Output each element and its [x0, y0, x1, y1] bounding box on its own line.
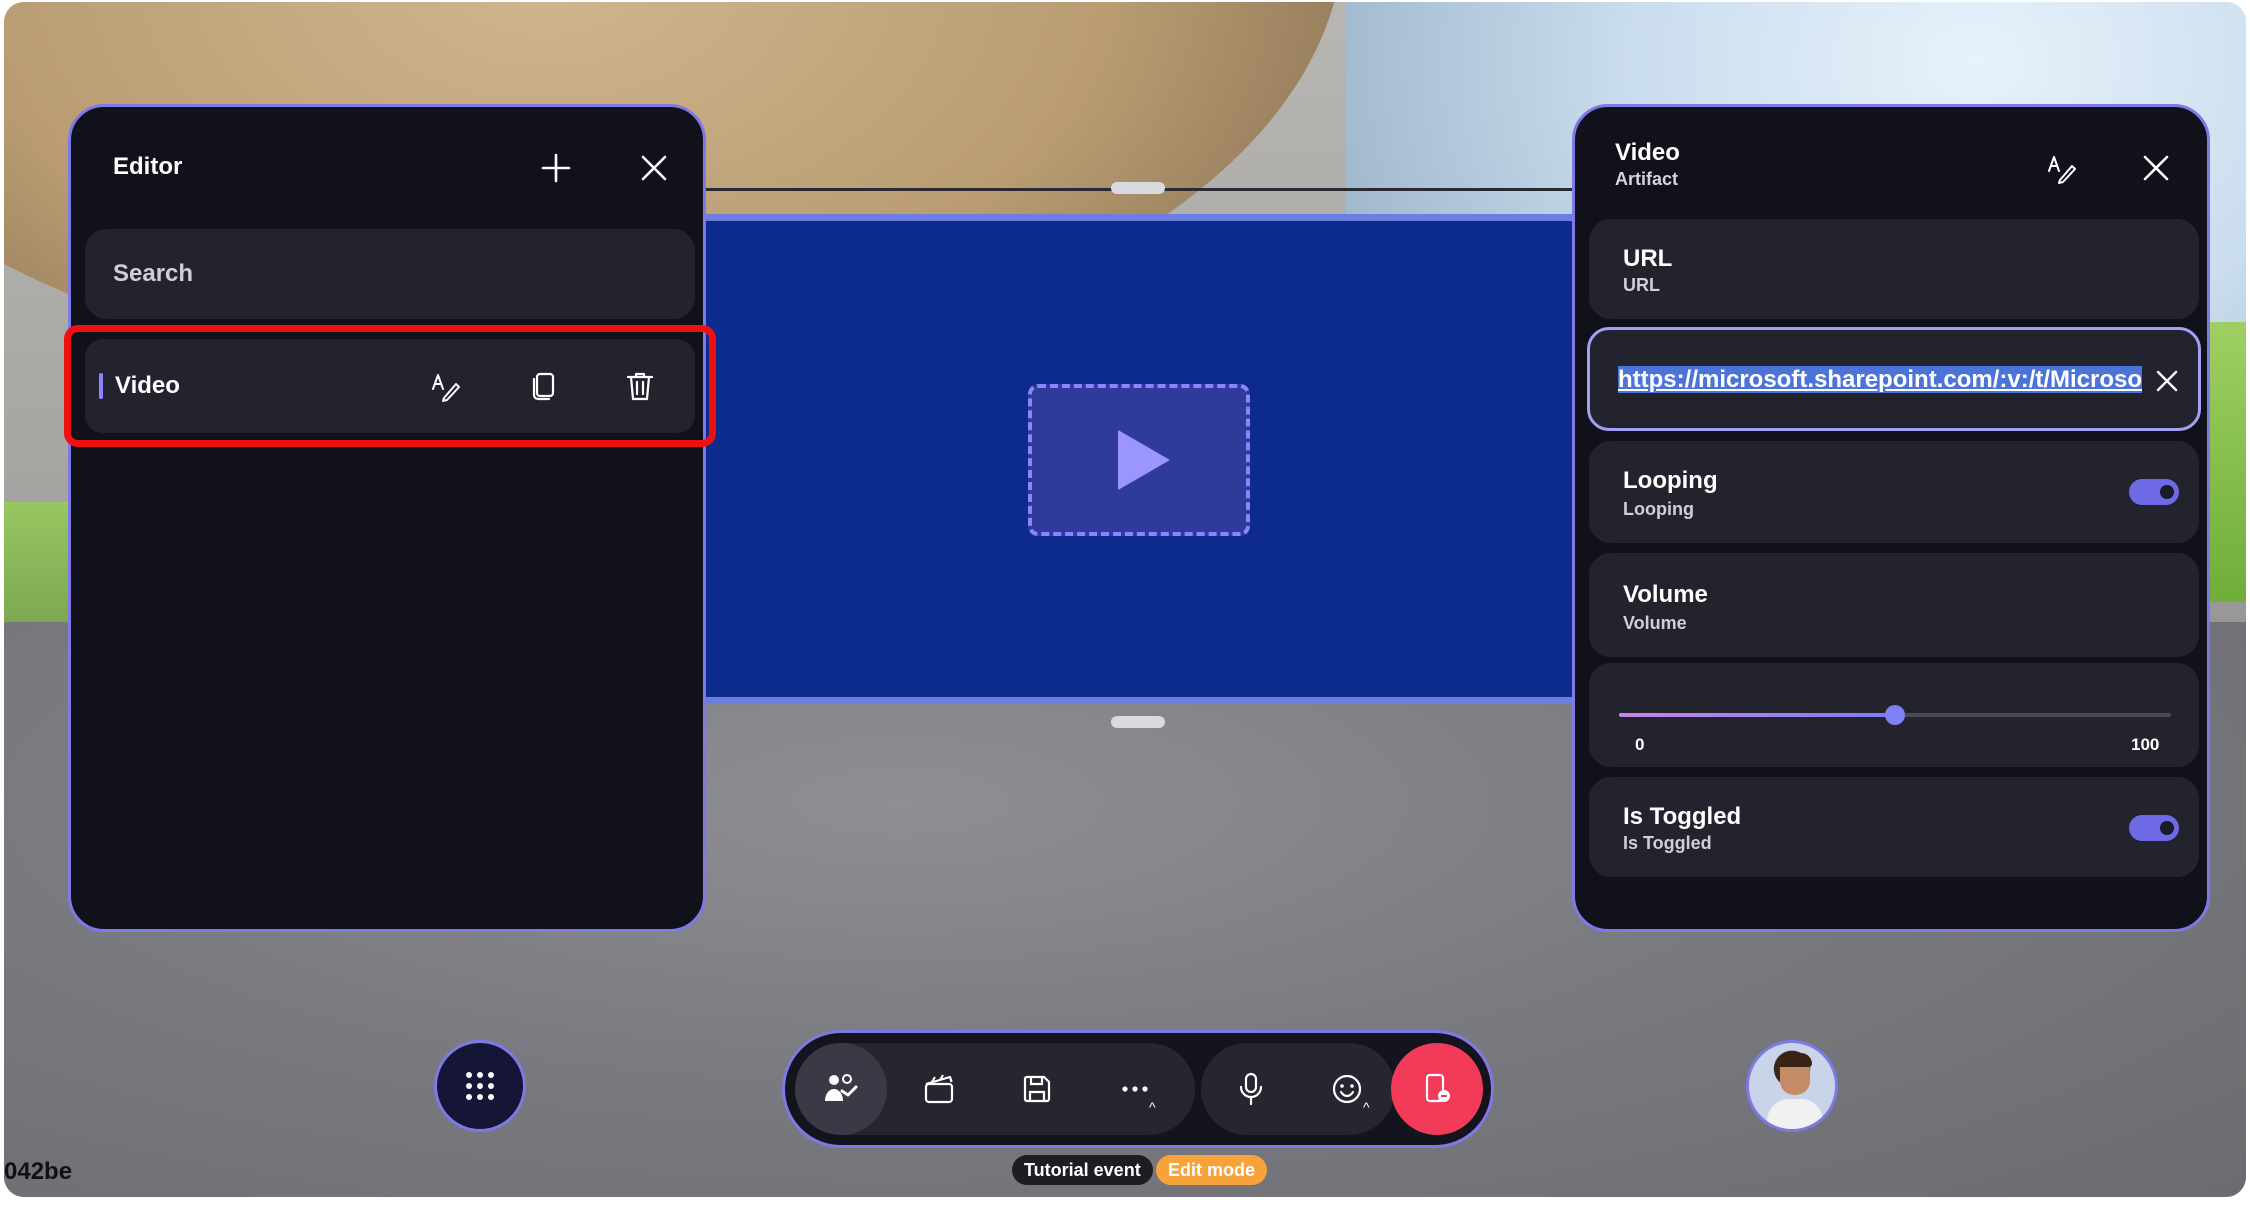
video-placeholder[interactable] [1028, 384, 1250, 536]
volume-min-label: 0 [1635, 735, 1645, 754]
is-toggled-subtitle: Is Toggled [1623, 833, 1712, 853]
url-title: URL [1623, 245, 1673, 272]
more-icon [1122, 1086, 1148, 1092]
rename-artifact-button[interactable] [2037, 143, 2087, 193]
volume-slider-card: 0 100 [1589, 663, 2199, 767]
virtual-environment: Editor Search Video Video Artifact URL U… [4, 2, 2246, 1197]
url-field[interactable]: https://microsoft.sharepoint.com/:v:/t/M… [1587, 327, 2201, 431]
editor-panel: Editor Search Video [64, 104, 716, 932]
bottom-toolbar: ^ ^ [782, 1030, 1494, 1148]
chevron-up-icon: ^ [1363, 1099, 1370, 1115]
apps-button[interactable] [434, 1040, 526, 1132]
add-button[interactable] [533, 145, 579, 191]
leave-icon [1425, 1073, 1450, 1103]
volume-slider[interactable] [1619, 705, 2171, 725]
close-icon [2143, 155, 2169, 181]
more-button[interactable]: ^ [1089, 1043, 1181, 1135]
url-selected-text: https://microsoft.sharepoint.com/:v:/t/M… [1618, 366, 2142, 393]
duplicate-button[interactable] [519, 361, 569, 411]
looping-setting: Looping Looping [1589, 441, 2199, 543]
save-button[interactable] [991, 1043, 1083, 1135]
looping-title: Looping [1623, 467, 1718, 494]
panel-subtitle: Artifact [1615, 169, 1679, 189]
plus-icon [541, 153, 571, 183]
looping-subtitle: Looping [1623, 499, 1694, 519]
url-value[interactable]: https://microsoft.sharepoint.com/:v:/t/M… [1618, 366, 2142, 400]
looping-toggle[interactable] [2129, 479, 2179, 505]
grid-dots-icon [466, 1072, 494, 1100]
reactions-button[interactable]: ^ [1301, 1043, 1393, 1135]
volume-setting: Volume Volume [1589, 553, 2199, 657]
avatar[interactable] [1746, 1040, 1838, 1132]
emoji-icon [1332, 1074, 1362, 1104]
rename-icon [432, 374, 460, 402]
save-icon [1023, 1075, 1051, 1103]
properties-panel: Video Artifact URL URL https://microsoft… [1572, 104, 2210, 932]
url-subtitle: URL [1623, 275, 1660, 295]
people-icon [825, 1074, 858, 1101]
search-input[interactable]: Search [85, 229, 695, 319]
list-item-video[interactable]: Video [85, 339, 695, 433]
microphone-icon [1239, 1072, 1263, 1106]
event-badge: Tutorial event [1012, 1155, 1153, 1185]
is-toggled-title: Is Toggled [1623, 803, 1742, 830]
close-editor-button[interactable] [631, 145, 677, 191]
list-item-label: Video [115, 372, 180, 399]
top-resize-handle[interactable] [1111, 182, 1165, 194]
avatar-body [1767, 1099, 1823, 1129]
volume-title: Volume [1623, 581, 1708, 608]
grass [4, 502, 74, 622]
trash-icon [626, 372, 654, 401]
edit-mode-badge: Edit mode [1156, 1155, 1268, 1185]
rename-button[interactable] [421, 361, 471, 411]
panel-title: Video [1615, 139, 1680, 166]
delete-button[interactable] [615, 361, 665, 411]
url-section: URL URL [1589, 219, 2199, 319]
close-icon [641, 155, 667, 181]
volume-subtitle: Volume [1623, 613, 1687, 633]
volume-slider-fill [1619, 713, 1895, 717]
bottom-resize-handle[interactable] [1111, 716, 1165, 728]
is-toggled-setting: Is Toggled Is Toggled [1589, 777, 2199, 877]
is-toggled-toggle[interactable] [2129, 815, 2179, 841]
selected-indicator [99, 373, 103, 399]
scenes-button[interactable] [893, 1043, 985, 1135]
rename-icon [2048, 156, 2076, 184]
clear-url-button[interactable] [2150, 364, 2184, 398]
play-icon[interactable] [1118, 430, 1170, 490]
search-placeholder: Search [113, 260, 194, 287]
editor-title: Editor [113, 153, 183, 180]
close-icon [2156, 370, 2178, 392]
copy-icon [532, 372, 555, 401]
volume-slider-thumb[interactable] [1885, 705, 1905, 725]
avatar-hair [1778, 1053, 1812, 1067]
people-button[interactable] [795, 1043, 887, 1135]
chevron-up-icon: ^ [1149, 1099, 1156, 1115]
clapperboard-icon [924, 1074, 954, 1104]
microphone-button[interactable] [1205, 1043, 1297, 1135]
volume-max-label: 100 [2131, 735, 2160, 754]
close-properties-button[interactable] [2133, 145, 2179, 191]
leave-button[interactable] [1391, 1043, 1483, 1135]
session-id-text: 042be [4, 1158, 73, 1185]
